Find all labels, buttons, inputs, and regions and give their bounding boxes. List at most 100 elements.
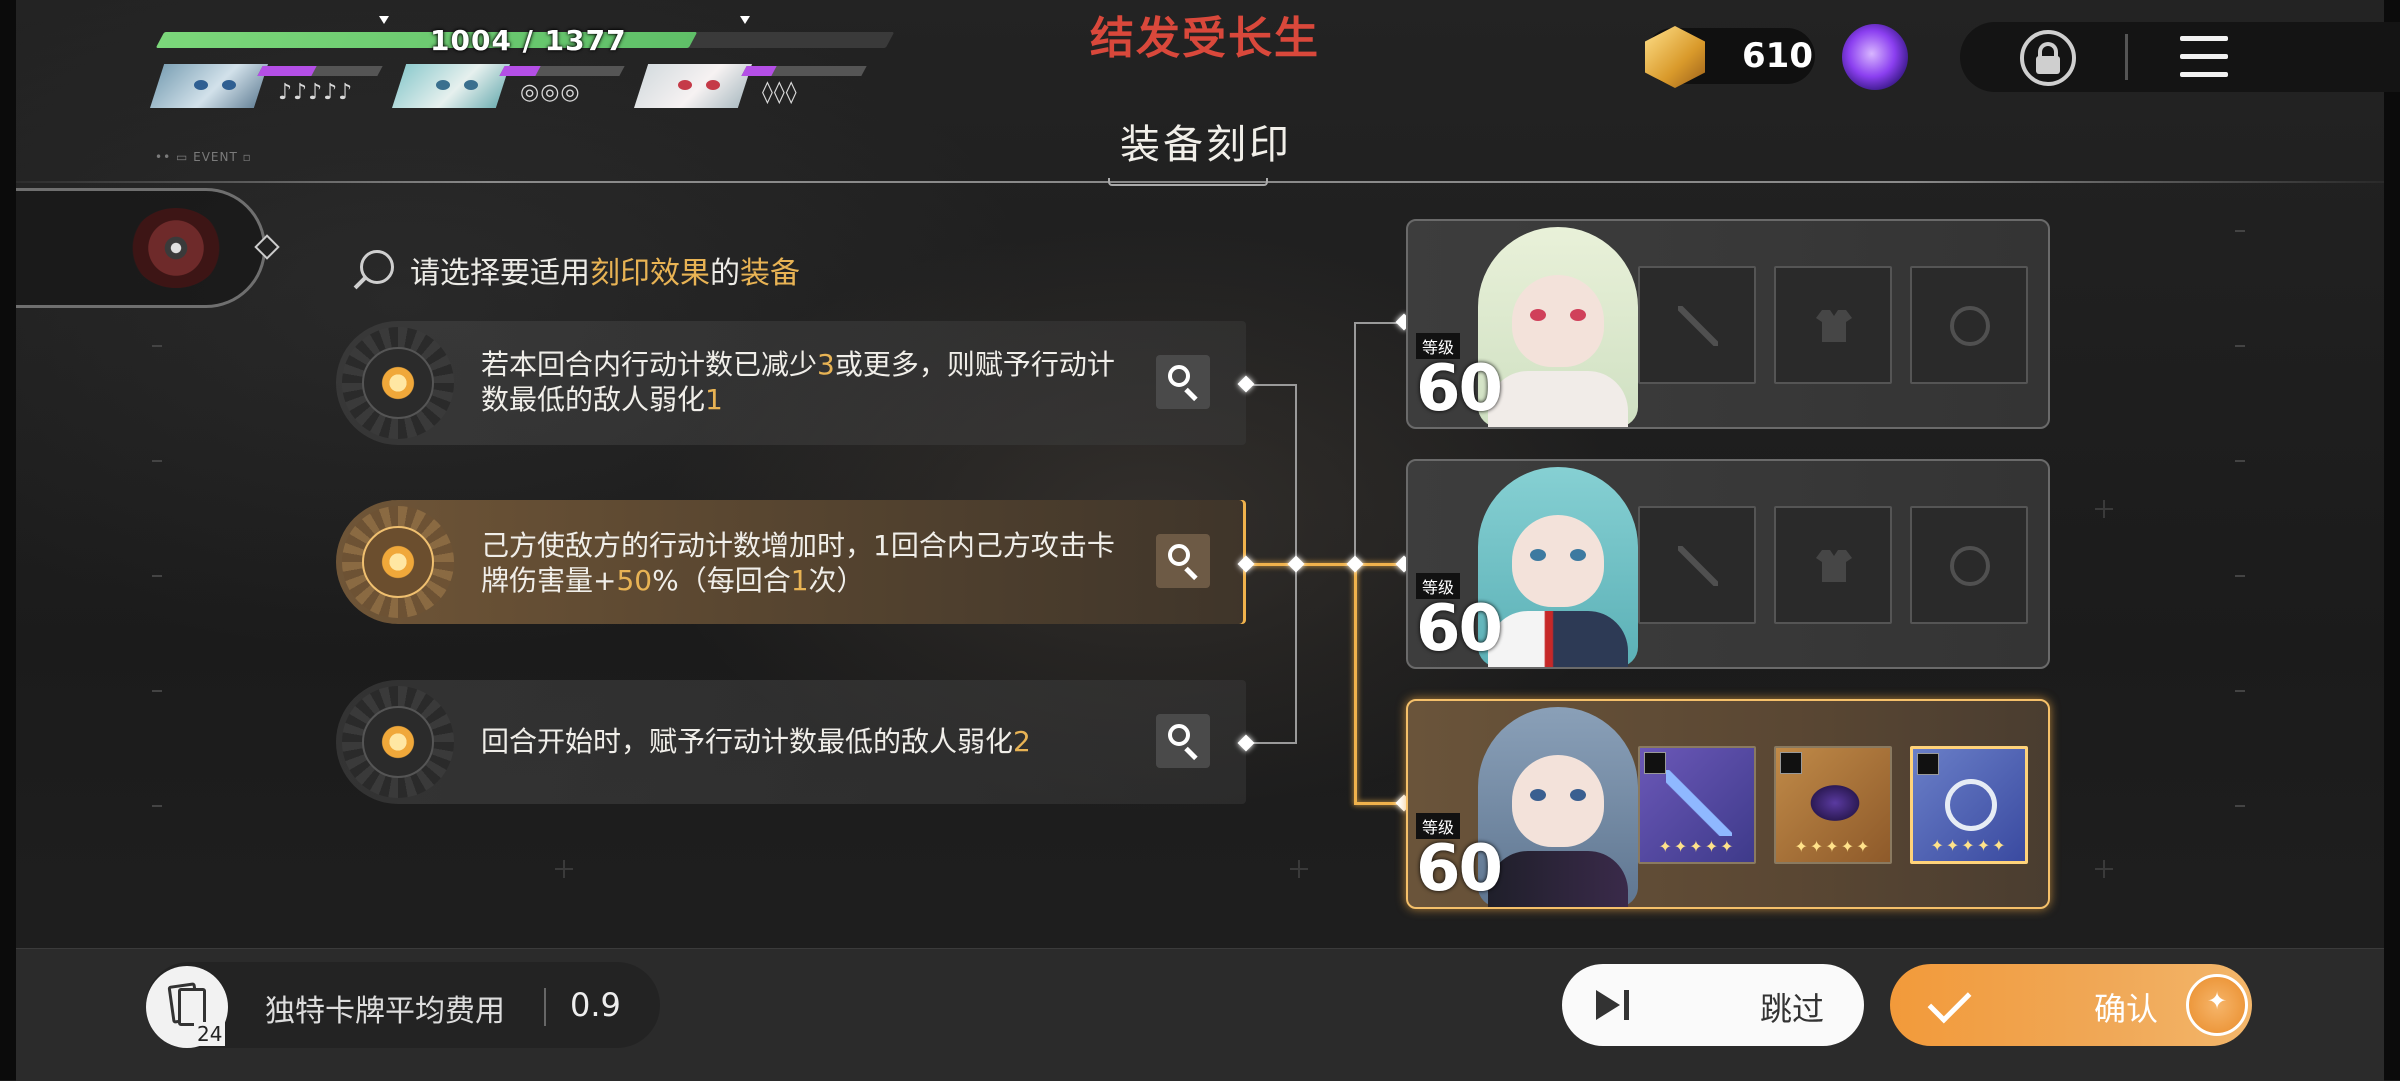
portrait-eye [436, 80, 450, 90]
effect-number: 3 [817, 348, 835, 381]
event-tag: •• ▭ EVENT ▫ [155, 150, 252, 164]
deck-average-cost-label: 独特卡牌平均费用 [265, 994, 505, 1029]
page-title: 装备刻印 [1120, 122, 1292, 168]
edge-tick [2235, 805, 2245, 807]
sun-icon [374, 359, 422, 407]
portrait-eye [678, 80, 692, 90]
menu-button[interactable] [2180, 36, 2228, 78]
edge-tick [2235, 575, 2245, 577]
character-card-1[interactable]: 等级 60 [1406, 219, 2050, 429]
deck-average-cost-value: 0.9 [570, 986, 621, 1024]
effect-line: 若本回合内行动计数已减少3或更多，则赋予行动计 [481, 347, 1121, 382]
rarity-stars: ✦✦✦✦✦ [1658, 837, 1736, 856]
effect-text-part: 己方使敌方的行动计数增加时，1回合内己方攻击卡 [481, 529, 1115, 562]
member-pips: ◎◎◎ [520, 80, 581, 105]
character-eye [1530, 309, 1546, 321]
magnifier-icon [1168, 724, 1190, 746]
effect-gear [342, 506, 454, 618]
inspect-button[interactable] [1156, 714, 1210, 768]
character-eye [1530, 549, 1546, 561]
character-body [1488, 851, 1628, 907]
connector-line [1250, 384, 1295, 386]
party-hp-text: 1004 / 1377 [430, 24, 627, 57]
effect-option-1[interactable]: 若本回合内行动计数已减少3或更多，则赋予行动计 数最低的敌人弱化1 [336, 321, 1246, 445]
inspect-button[interactable] [1156, 534, 1210, 588]
effect-option-3[interactable]: 回合开始时，赋予行动计数最低的敌人弱化2 [336, 680, 1246, 804]
sword-icon [1678, 546, 1718, 586]
rarity-stars: ✦✦✦✦✦ [1930, 836, 2008, 855]
edge-tick [152, 345, 162, 347]
magnifier-icon [1168, 365, 1190, 387]
card-stack-icon-front [178, 988, 206, 1026]
armor-icon [1816, 550, 1852, 582]
effect-option-2[interactable]: 己方使敌方的行动计数增加时，1回合内己方攻击卡 牌伤害量+50%（每回合1次） [336, 500, 1246, 624]
edge-tick [152, 460, 162, 462]
effect-number: 50 [616, 564, 653, 597]
character-face [1512, 515, 1604, 607]
effect-gear-inner [362, 526, 434, 598]
mask-item [1802, 770, 1868, 836]
instruction-part: 请选择要适用 [410, 256, 590, 291]
menu-icon-bar [2180, 72, 2228, 77]
accessory-slot[interactable] [1910, 266, 2028, 384]
grid-cross [555, 860, 573, 878]
sword-icon [1678, 306, 1718, 346]
title-notch [1108, 178, 1268, 186]
effect-number: 1 [790, 564, 809, 597]
edge-tick [152, 805, 162, 807]
instruction-highlight: 刻印效果 [590, 256, 710, 291]
effect-text-part: 牌伤害量+ [481, 564, 617, 597]
effect-line: 牌伤害量+50%（每回合1次） [481, 563, 1121, 598]
character-body [1488, 611, 1628, 667]
party-member-1[interactable]: ♪♪♪♪♪ [150, 60, 390, 108]
effect-line: 己方使敌方的行动计数增加时，1回合内己方攻击卡 [481, 528, 1121, 563]
engrave-tool-icon [360, 250, 394, 284]
member-energy-bar [741, 66, 867, 76]
instruction-part: 的 [710, 256, 740, 291]
character-card-2[interactable]: 等级 60 [1406, 459, 2050, 669]
relic-icon [130, 208, 222, 288]
connector-line-active [1250, 563, 1406, 566]
currency-value: 610 [1742, 36, 1813, 76]
ring-icon [1917, 753, 1939, 775]
weapon-slot[interactable] [1638, 506, 1756, 624]
character-face [1512, 275, 1604, 367]
character-card-3[interactable]: 等级 60 ✦✦✦✦✦ ✦✦✦✦✦ ✦✦✦✦✦ [1406, 699, 2050, 909]
effect-gear [342, 686, 454, 798]
armor-slot[interactable] [1774, 506, 1892, 624]
ring-icon [1950, 306, 1990, 346]
effect-text-part: 回合开始时，赋予行动计数最低的敌人弱化 [481, 725, 1014, 758]
magnifier-handle [1184, 566, 1198, 581]
effect-gear-inner [362, 706, 434, 778]
connector-line [1354, 322, 1356, 564]
grid-cross [1290, 860, 1308, 878]
effect-gear [342, 327, 454, 439]
member-portrait [150, 64, 268, 108]
inspect-button[interactable] [1156, 355, 1210, 409]
hp-marker [740, 16, 750, 24]
effect-text-part: 或更多，则赋予行动计 [834, 348, 1115, 381]
effect-gear-inner [362, 347, 434, 419]
level-value: 60 [1416, 352, 1503, 426]
edge-tick [152, 575, 162, 577]
armor-slot[interactable] [1774, 266, 1892, 384]
accessory-slot[interactable]: ✦✦✦✦✦ [1910, 746, 2028, 864]
armor-slot[interactable]: ✦✦✦✦✦ [1774, 746, 1892, 864]
effect-text-part: 数最低的敌人弱化 [481, 383, 706, 416]
portrait-eye [706, 80, 720, 90]
magnifier-icon [1168, 544, 1190, 566]
party-member-2[interactable]: ◎◎◎ [392, 60, 632, 108]
deck-divider [544, 988, 546, 1026]
edge-tick [2235, 345, 2245, 347]
character-eye [1570, 549, 1586, 561]
party-member-3[interactable]: ◊◊◊ [634, 60, 874, 108]
skip-icon [1596, 990, 1636, 1020]
weapon-slot[interactable] [1638, 266, 1756, 384]
accessory-slot[interactable] [1910, 506, 2028, 624]
weapon-slot[interactable]: ✦✦✦✦✦ [1638, 746, 1756, 864]
ring-item [1945, 779, 1997, 831]
confirm-label: 确认 [2094, 990, 2159, 1028]
lock-button[interactable] [2020, 30, 2076, 86]
orb-icon[interactable] [1842, 24, 1908, 90]
skip-icon-bar [1624, 990, 1629, 1020]
